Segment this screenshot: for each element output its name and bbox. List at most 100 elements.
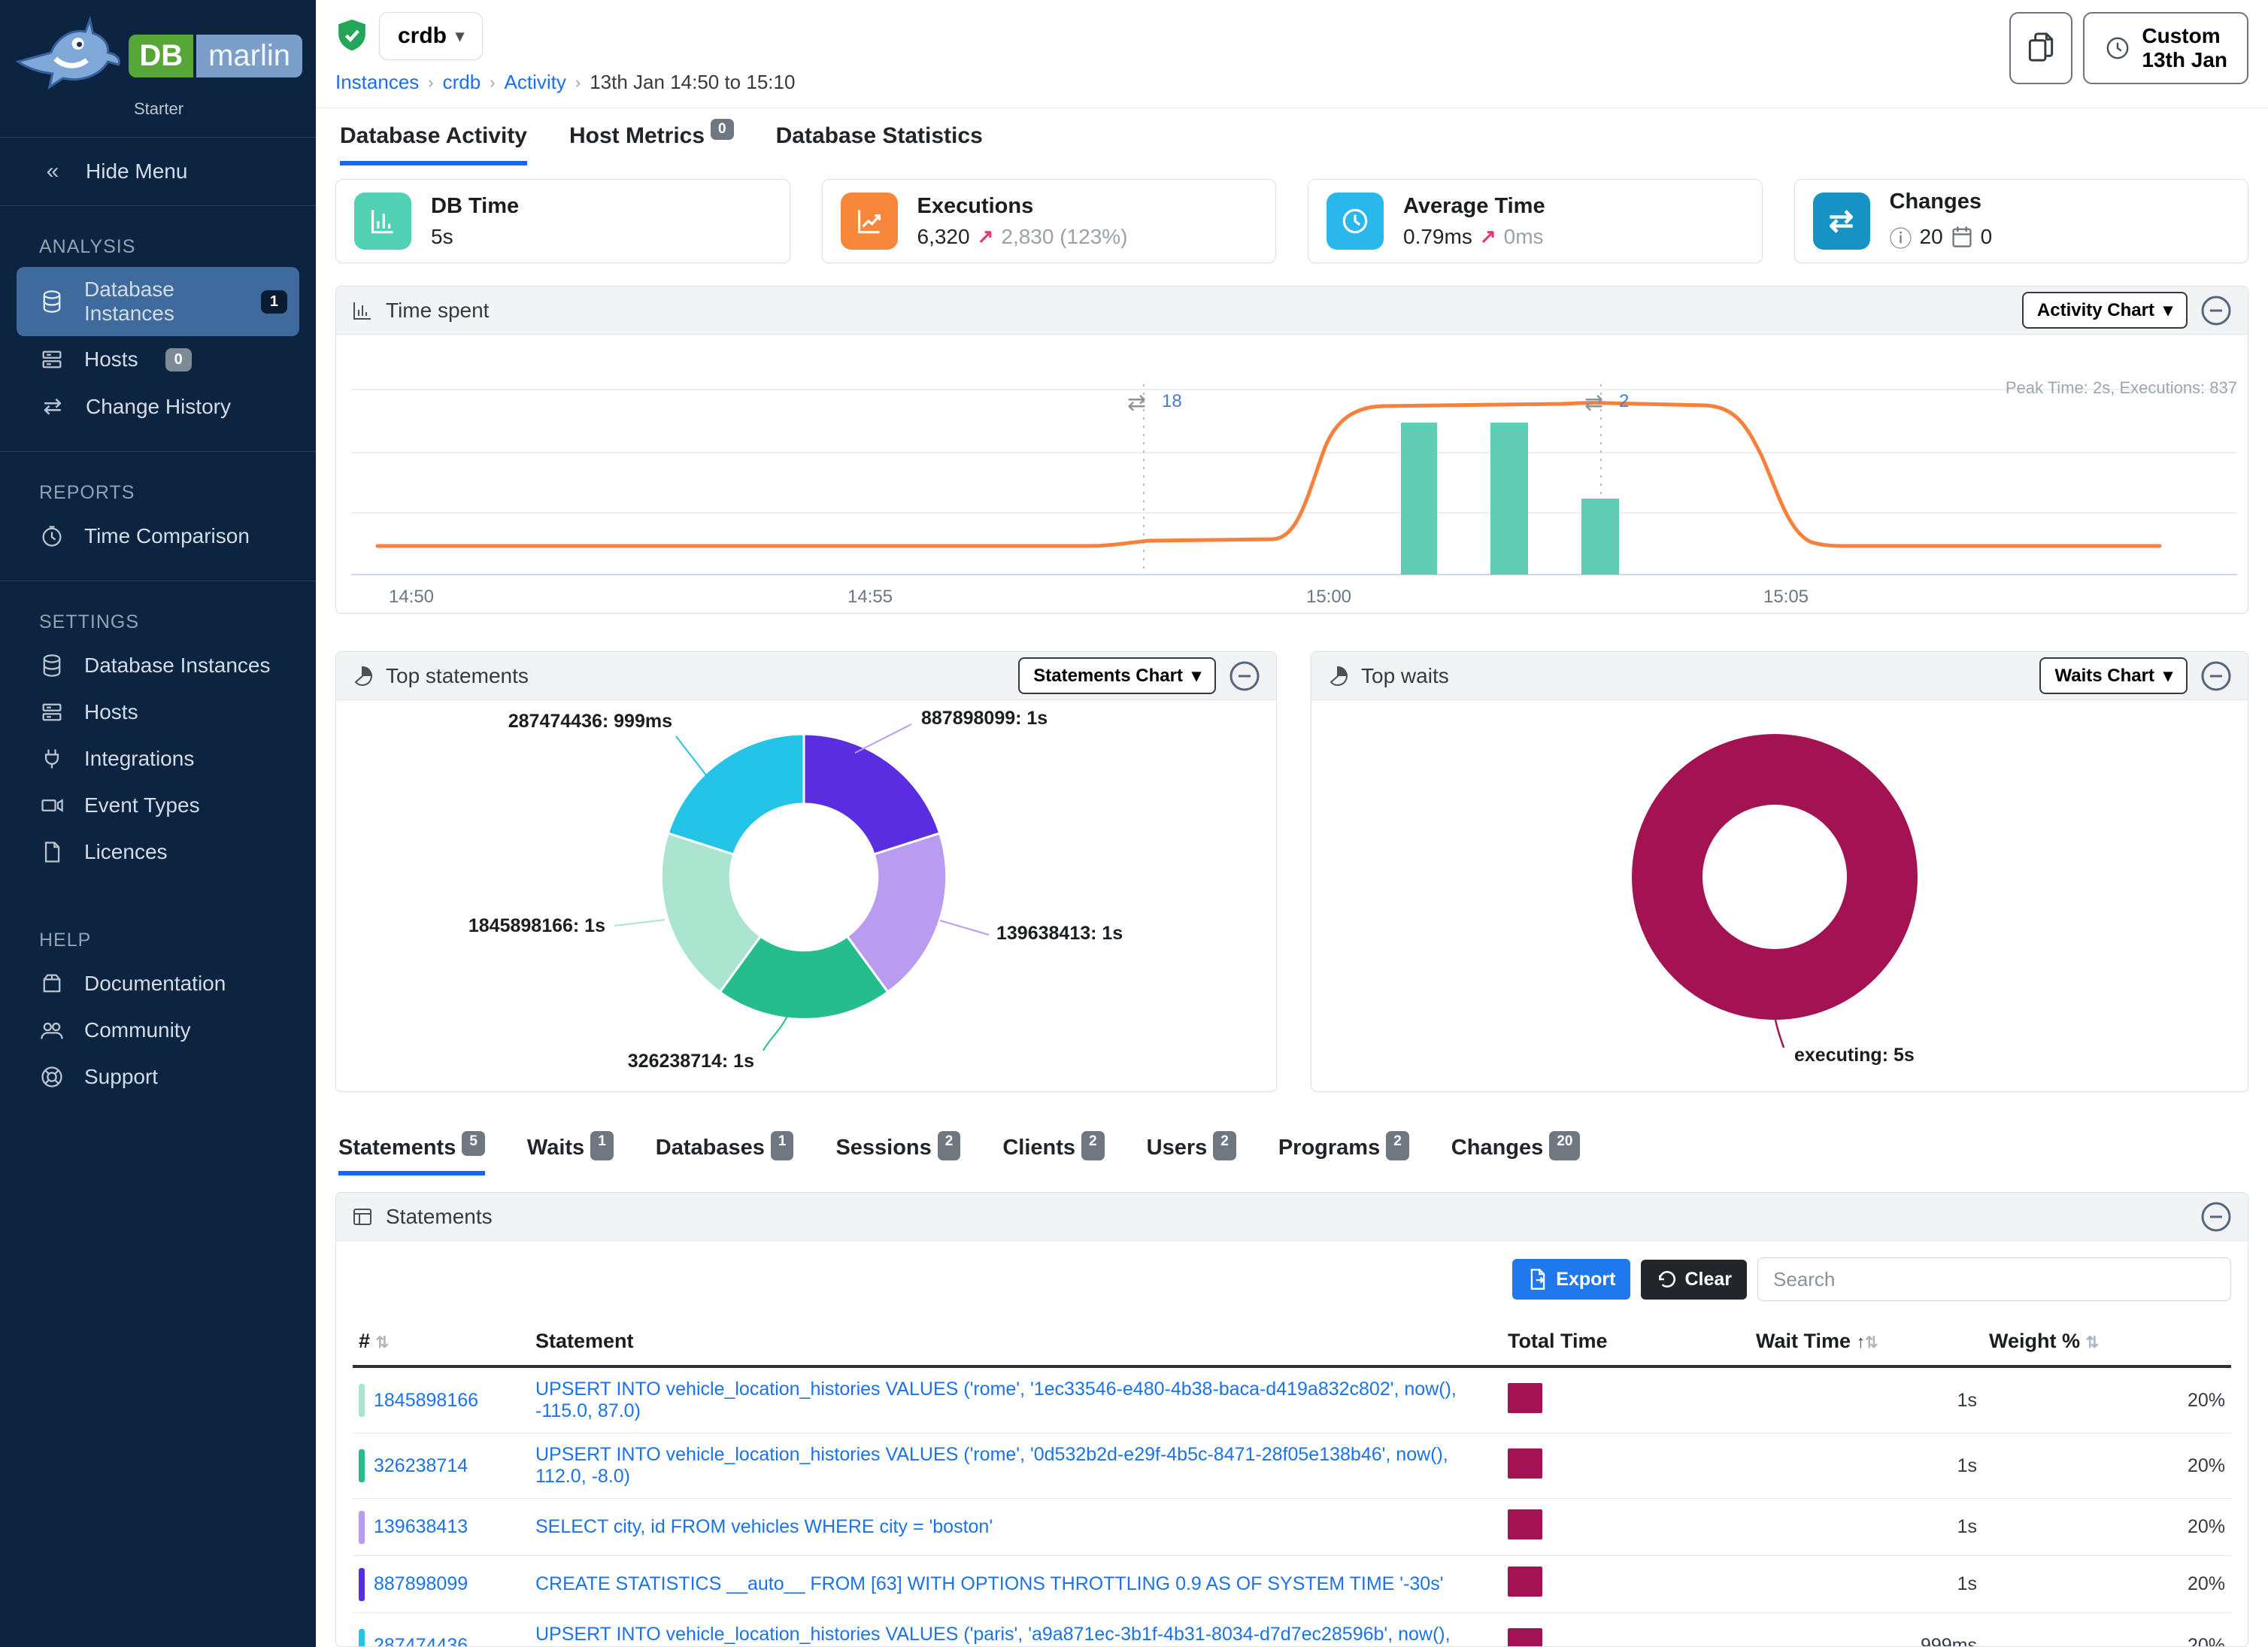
- kpi-title: Average Time: [1403, 194, 1545, 219]
- statements-chart-select[interactable]: Statements Chart ▾: [1018, 657, 1216, 694]
- kpi-average-time: Average Time 0.79ms ↗ 0ms: [1308, 179, 1763, 263]
- tab-clients[interactable]: Clients2: [1002, 1136, 1104, 1175]
- hide-menu-label: Hide Menu: [86, 159, 187, 184]
- kpi-value: 6,320: [917, 225, 970, 249]
- instances-count-badge: 1: [261, 290, 287, 314]
- tab-badge: 2: [1386, 1131, 1409, 1160]
- collapse-panel-button[interactable]: [2200, 1200, 2233, 1233]
- column-header-wait-time[interactable]: Wait Time ↑⇅: [1750, 1318, 1983, 1366]
- statement-text-link[interactable]: UPSERT INTO vehicle_location_histories V…: [535, 1379, 1457, 1421]
- donut-slice[interactable]: [804, 734, 940, 854]
- copy-link-button[interactable]: [2009, 12, 2072, 84]
- time-range-line2: 13th Jan: [2142, 48, 2227, 71]
- chevrons-left-icon: «: [39, 159, 66, 184]
- sidebar-item-community[interactable]: Community: [0, 1007, 316, 1054]
- brand-db-badge: DB: [129, 35, 193, 77]
- statement-text-link[interactable]: UPSERT INTO vehicle_location_histories V…: [535, 1624, 1451, 1647]
- sort-icon[interactable]: ⇅: [1865, 1334, 1878, 1351]
- label-leader-line: [940, 921, 989, 935]
- statement-id-link[interactable]: 1845898166: [374, 1390, 478, 1412]
- sidebar-item-label: Licences: [84, 840, 168, 864]
- breadcrumb-activity[interactable]: Activity: [505, 71, 566, 94]
- column-header-id[interactable]: # ⇅: [353, 1318, 529, 1366]
- trend-line-icon: [841, 193, 898, 250]
- tab-changes[interactable]: Changes20: [1451, 1136, 1581, 1175]
- label-leader-line: [763, 1016, 787, 1051]
- tab-host-metrics[interactable]: Host Metrics0: [569, 123, 734, 165]
- column-header-statement[interactable]: Statement: [529, 1318, 1502, 1366]
- tab-waits[interactable]: Waits1: [527, 1136, 614, 1175]
- change-marker-icon[interactable]: ⇄: [1127, 390, 1146, 415]
- statement-id-link[interactable]: 887898099: [374, 1573, 468, 1595]
- tab-database-activity[interactable]: Database Activity: [340, 123, 527, 165]
- tab-statements[interactable]: Statements5: [338, 1136, 485, 1175]
- label-leader-line: [855, 724, 911, 753]
- sidebar-item-documentation[interactable]: Documentation: [0, 960, 316, 1007]
- sidebar-item-settings-hosts[interactable]: Hosts: [0, 689, 316, 736]
- statements-panel: Statements Export Clear # ⇅: [335, 1192, 2248, 1647]
- donut-slice-label: 326238714: 1s: [628, 1051, 754, 1072]
- sidebar-item-label: Change History: [86, 395, 231, 419]
- executions-bar[interactable]: [1490, 423, 1528, 575]
- executions-bar[interactable]: [1401, 423, 1437, 575]
- export-button[interactable]: Export: [1512, 1259, 1630, 1300]
- column-header-weight[interactable]: Weight % ⇅: [1983, 1318, 2231, 1366]
- time-spent-chart[interactable]: Peak Time: 2s, Executions: 837 ⇄ 18 ⇄ 2 …: [336, 335, 2248, 614]
- statement-id-link[interactable]: 326238714: [374, 1455, 468, 1477]
- kpi-delta: 0ms: [1504, 225, 1544, 249]
- tab-databases[interactable]: Databases1: [656, 1136, 794, 1175]
- pie-chart-icon: [1327, 665, 1349, 687]
- tab-database-statistics[interactable]: Database Statistics: [776, 123, 983, 165]
- waits-chart-select[interactable]: Waits Chart ▾: [2039, 657, 2188, 694]
- sidebar-item-settings-database-instances[interactable]: Database Instances: [0, 642, 316, 689]
- sort-asc-icon[interactable]: ↑: [1857, 1332, 1866, 1351]
- clear-button[interactable]: Clear: [1641, 1260, 1747, 1300]
- chart-select-label: Activity Chart: [2037, 300, 2154, 321]
- column-header-total-time[interactable]: Total Time: [1502, 1318, 1750, 1366]
- statement-text-link[interactable]: SELECT city, id FROM vehicles WHERE city…: [535, 1516, 993, 1537]
- undo-icon: [1656, 1269, 1677, 1290]
- weight-value: 20%: [1983, 1613, 2231, 1647]
- tab-programs[interactable]: Programs2: [1278, 1136, 1409, 1175]
- divider: [0, 451, 316, 452]
- sidebar-item-integrations[interactable]: Integrations: [0, 736, 316, 782]
- statement-text-link[interactable]: CREATE STATISTICS __auto__ FROM [63] WIT…: [535, 1573, 1443, 1594]
- community-icon: [39, 1018, 65, 1043]
- collapse-panel-button[interactable]: [1228, 660, 1261, 693]
- time-range-button[interactable]: Custom 13th Jan: [2083, 12, 2248, 84]
- table-toolbar: Export Clear: [336, 1241, 2248, 1307]
- collapse-panel-button[interactable]: [2200, 660, 2233, 693]
- statement-text-link[interactable]: UPSERT INTO vehicle_location_histories V…: [535, 1444, 1448, 1487]
- change-marker-icon[interactable]: ⇄: [1584, 390, 1603, 415]
- chart-select-label: Waits Chart: [2054, 666, 2154, 687]
- sidebar-item-licences[interactable]: Licences: [0, 829, 316, 875]
- sidebar-item-hosts[interactable]: Hosts 0: [0, 336, 316, 383]
- search-input[interactable]: [1757, 1257, 2231, 1301]
- tab-users[interactable]: Users2: [1147, 1136, 1236, 1175]
- breadcrumb-crdb[interactable]: crdb: [443, 71, 481, 94]
- instance-selector[interactable]: crdb ▾: [379, 12, 483, 60]
- breadcrumb-instances[interactable]: Instances: [335, 71, 419, 94]
- tab-sessions[interactable]: Sessions2: [835, 1136, 960, 1175]
- collapse-panel-button[interactable]: [2200, 294, 2233, 327]
- sort-icon[interactable]: ⇅: [376, 1334, 390, 1351]
- sidebar-item-event-types[interactable]: Event Types: [0, 782, 316, 829]
- sidebar-item-database-instances[interactable]: Database Instances 1: [17, 267, 299, 336]
- donut-slice[interactable]: [1667, 769, 1882, 984]
- statements-donut-chart[interactable]: 287474436: 999ms 887898099: 1s 184589816…: [336, 700, 1277, 1087]
- chevron-down-icon: ▾: [1192, 665, 1201, 687]
- tab-label: Database Statistics: [776, 123, 983, 149]
- statement-id-link[interactable]: 287474436: [374, 1635, 468, 1647]
- waits-donut-chart[interactable]: executing: 5s: [1311, 700, 2248, 1087]
- executions-bar[interactable]: [1581, 499, 1619, 575]
- weight-value: 20%: [1983, 1556, 2231, 1613]
- sidebar-item-time-comparison[interactable]: Time Comparison: [0, 513, 316, 560]
- activity-chart-select[interactable]: Activity Chart ▾: [2022, 292, 2188, 329]
- sidebar-item-support[interactable]: Support: [0, 1054, 316, 1100]
- statement-id-link[interactable]: 139638413: [374, 1516, 468, 1538]
- sidebar: DB marlin Starter « Hide Menu ANALYSIS D…: [0, 0, 316, 1647]
- sort-icon[interactable]: ⇅: [2086, 1334, 2100, 1351]
- hide-menu-button[interactable]: « Hide Menu: [0, 148, 316, 195]
- detail-tabs: Statements5 Waits1 Databases1 Sessions2 …: [335, 1136, 2248, 1175]
- sidebar-item-change-history[interactable]: ⇄ Change History: [0, 383, 316, 430]
